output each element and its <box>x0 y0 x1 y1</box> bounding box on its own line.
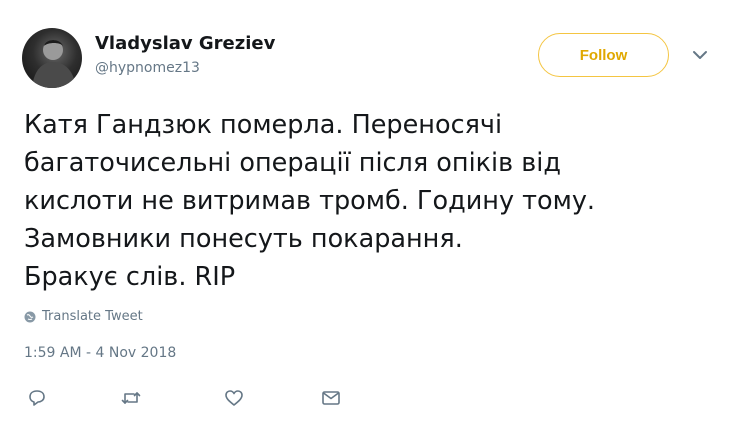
reply-button[interactable] <box>24 385 50 411</box>
follow-button[interactable]: Follow <box>538 33 669 77</box>
like-button[interactable] <box>221 385 247 411</box>
envelope-icon <box>322 391 340 405</box>
tweet-text-line: Бракує слів. RIP <box>24 262 236 292</box>
author-handle[interactable]: @hypnomez13 <box>95 60 200 76</box>
author-name[interactable]: Vladyslav Greziev <box>95 33 275 54</box>
retweet-icon <box>121 392 141 404</box>
translate-label: Translate Tweet <box>42 309 143 324</box>
heart-icon <box>225 390 243 406</box>
translate-tweet-link[interactable]: Translate Tweet <box>24 309 143 324</box>
direct-message-button[interactable] <box>318 385 344 411</box>
tweet-text: Катя Гандзюк померла. Переносячі багаточ… <box>24 106 724 296</box>
tweet-text-line: Замовники понесуть покарання. <box>24 224 463 254</box>
retweet-button[interactable] <box>118 385 144 411</box>
action-bar <box>0 385 740 413</box>
tweet-card: Vladyslav Greziev @hypnomez13 Follow Кат… <box>0 0 740 434</box>
reply-icon <box>29 390 45 406</box>
avatar[interactable] <box>22 28 82 88</box>
tweet-text-line: багаточисельні операції після опіків від <box>24 148 562 178</box>
tweet-text-line: кислоти не витримав тромб. Годину тому. <box>24 186 596 216</box>
tweet-timestamp[interactable]: 1:59 AM - 4 Nov 2018 <box>24 345 176 361</box>
chevron-down-icon[interactable] <box>689 44 711 66</box>
avatar-image <box>32 40 76 88</box>
tweet-text-line: Катя Гандзюк померла. Переносячі <box>24 110 503 140</box>
globe-icon <box>24 311 36 322</box>
